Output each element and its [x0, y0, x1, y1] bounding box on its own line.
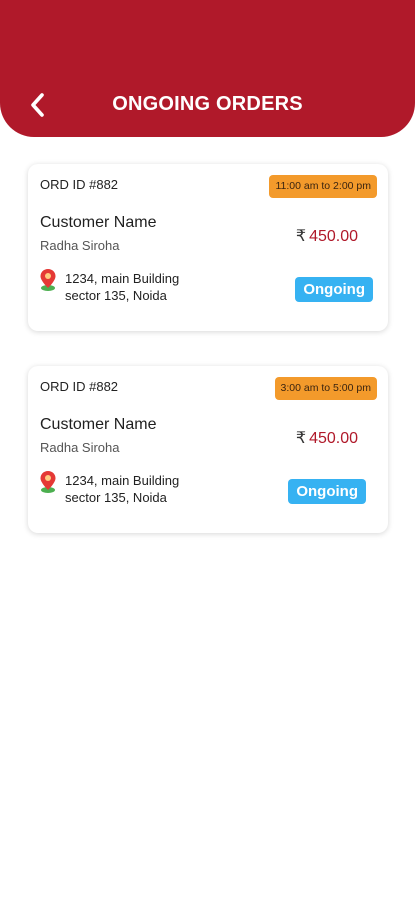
delivery-address: 1234, main Building sector 135, Noida	[65, 472, 179, 506]
order-card[interactable]: ORD ID #882 11:00 am to 2:00 pm Customer…	[28, 164, 388, 331]
rupee-symbol: ₹	[295, 430, 307, 447]
location-pin-icon	[40, 471, 56, 493]
time-slot-badge: 11:00 am to 2:00 pm	[269, 175, 377, 198]
order-id: ORD ID #882	[40, 379, 119, 394]
page-title: ONGOING ORDERS	[112, 93, 303, 115]
order-price: ₹450.00	[296, 428, 358, 448]
time-slot-badge: 3:00 am to 5:00 pm	[274, 377, 377, 400]
customer-name: Radha Siroha	[40, 238, 120, 253]
customer-label: Customer Name	[40, 416, 157, 433]
status-badge[interactable]: Ongoing	[295, 277, 373, 302]
rupee-symbol: ₹	[295, 228, 307, 245]
delivery-address: 1234, main Building sector 135, Noida	[65, 270, 179, 304]
order-id: ORD ID #882	[40, 177, 119, 192]
status-badge[interactable]: Ongoing	[288, 479, 366, 504]
order-card[interactable]: ORD ID #882 3:00 am to 5:00 pm Customer …	[28, 366, 388, 533]
order-list: ORD ID #882 11:00 am to 2:00 pm Customer…	[28, 164, 388, 568]
address-line-1: 1234, main Building	[65, 473, 180, 488]
app-header: ONGOING ORDERS	[0, 0, 415, 137]
address-line-2: sector 135, Noida	[65, 490, 167, 505]
address-line-2: sector 135, Noida	[65, 288, 167, 303]
customer-label: Customer Name	[40, 214, 157, 231]
price-amount: 450.00	[309, 430, 358, 447]
location-pin-icon	[40, 269, 56, 291]
address-line-1: 1234, main Building	[65, 271, 180, 286]
price-amount: 450.00	[309, 228, 358, 245]
customer-name: Radha Siroha	[40, 440, 120, 455]
order-price: ₹450.00	[296, 226, 358, 246]
